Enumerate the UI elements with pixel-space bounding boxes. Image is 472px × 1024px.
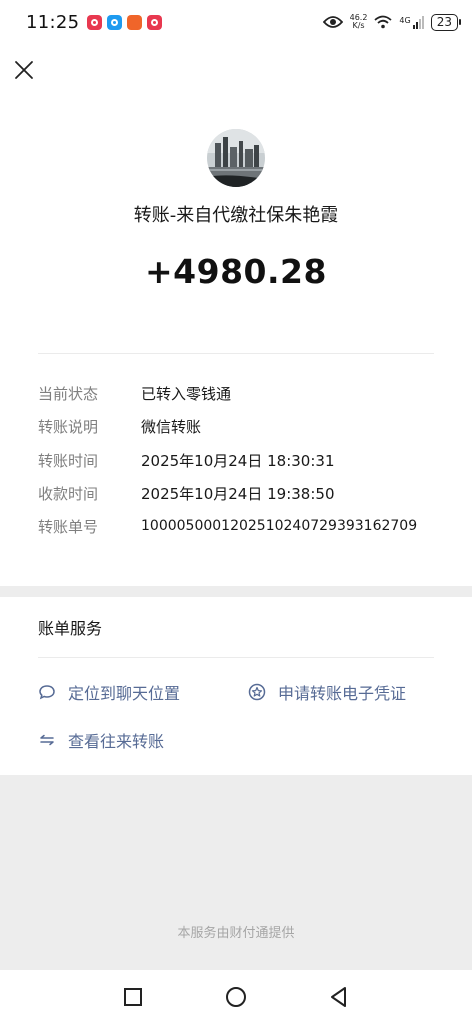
status-time: 11:25 <box>26 11 80 33</box>
back-triangle-icon <box>331 987 346 1007</box>
detail-label: 收款时间 <box>38 484 99 503</box>
apply-voucher-link[interactable]: 申请转账电子凭证 <box>248 680 406 704</box>
apply-voucher-label: 申请转账电子凭证 <box>278 684 407 703</box>
cellular-signal-icon: 4G <box>399 15 424 29</box>
battery-indicator: 23 <box>430 13 462 31</box>
bill-services-title: 账单服务 <box>38 619 103 638</box>
search-app-icon <box>107 14 123 30</box>
detail-row-status: 当前状态 已转入零钱通 <box>38 382 231 404</box>
avatar[interactable] <box>207 129 265 187</box>
transaction-id[interactable]: 1000050001202510240729393162709 <box>141 518 417 534</box>
detail-value: 微信转账 <box>141 417 202 436</box>
transfer-title: 转账-来自代缴社保朱艳霞 <box>133 205 339 226</box>
wifi-icon <box>374 15 393 29</box>
view-transfers-link[interactable]: 查看往来转账 <box>38 728 164 752</box>
transfer-detail-card: 转账-来自代缴社保朱艳霞 +4980.28 当前状态 已转入零钱通 转账说明 微… <box>0 102 472 586</box>
detail-row-transaction-id: 转账单号 1000050001202510240729393162709 <box>38 515 417 537</box>
app-notification-icon <box>147 14 163 30</box>
detail-label: 转账时间 <box>38 451 99 470</box>
view-transfers-label: 查看往来转账 <box>68 732 165 751</box>
network-speed: 46.2 K/s <box>349 13 368 30</box>
bill-services-card: 账单服务 定位到聊天位置 申请转账电子凭证 查看往来转账 <box>0 597 472 775</box>
close-button[interactable] <box>10 56 38 84</box>
top-bar <box>0 44 472 102</box>
provider-text: 本服务由财付通提供 <box>177 926 295 941</box>
system-navigation-bar <box>0 970 472 1024</box>
square-icon <box>124 988 142 1006</box>
detail-value: 已转入零钱通 <box>141 384 232 403</box>
back-button[interactable] <box>327 985 351 1009</box>
detail-value: 2025年10月24日 19:38:50 <box>141 484 335 503</box>
locate-chat-label: 定位到聊天位置 <box>68 684 181 703</box>
detail-value: 2025年10月24日 18:30:31 <box>141 451 335 470</box>
app-notification-icon <box>87 14 103 30</box>
detail-row-receive-time: 收款时间 2025年10月24日 19:38:50 <box>38 482 334 504</box>
star-badge-icon <box>248 683 266 701</box>
circle-icon <box>226 987 246 1007</box>
chat-bubble-icon <box>38 683 56 701</box>
detail-row-transfer-time: 转账时间 2025年10月24日 18:30:31 <box>38 449 334 471</box>
detail-label: 当前状态 <box>38 384 99 403</box>
eye-icon <box>322 16 343 28</box>
divider <box>38 353 434 354</box>
close-icon <box>15 61 33 79</box>
transfer-amount: +4980.28 <box>145 252 327 291</box>
recent-apps-button[interactable] <box>121 985 145 1009</box>
locate-chat-link[interactable]: 定位到聊天位置 <box>38 680 180 704</box>
exchange-arrows-icon <box>38 731 56 749</box>
news-app-icon <box>127 14 143 30</box>
notification-icons <box>87 14 163 30</box>
detail-label: 转账单号 <box>38 517 99 536</box>
detail-row-note: 转账说明 微信转账 <box>38 415 201 437</box>
home-button[interactable] <box>224 985 248 1009</box>
detail-label: 转账说明 <box>38 417 99 436</box>
divider <box>38 657 434 658</box>
status-bar: 11:25 46.2 K/s 4G 23 <box>0 0 472 44</box>
